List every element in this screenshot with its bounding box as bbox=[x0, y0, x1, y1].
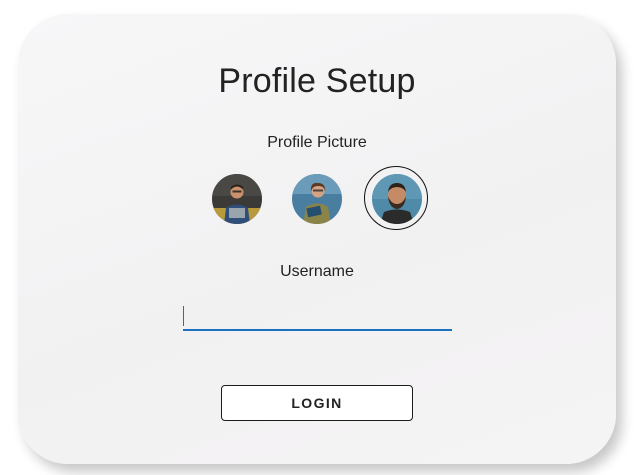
login-button[interactable]: LOGIN bbox=[221, 385, 413, 421]
profile-picture-label: Profile Picture bbox=[267, 134, 367, 151]
username-label: Username bbox=[280, 263, 354, 280]
avatar-man-bearded-icon bbox=[372, 174, 422, 224]
username-field-wrapper bbox=[183, 302, 452, 331]
avatar-option-3[interactable] bbox=[372, 174, 422, 224]
username-input[interactable] bbox=[183, 302, 452, 331]
page-title: Profile Setup bbox=[218, 62, 416, 100]
avatar-woman-notebook-icon bbox=[292, 174, 342, 224]
avatar-man-laptop-icon bbox=[212, 174, 262, 224]
avatar-option-2[interactable] bbox=[292, 174, 342, 224]
text-caret bbox=[183, 306, 184, 326]
avatar-option-1[interactable] bbox=[212, 174, 262, 224]
